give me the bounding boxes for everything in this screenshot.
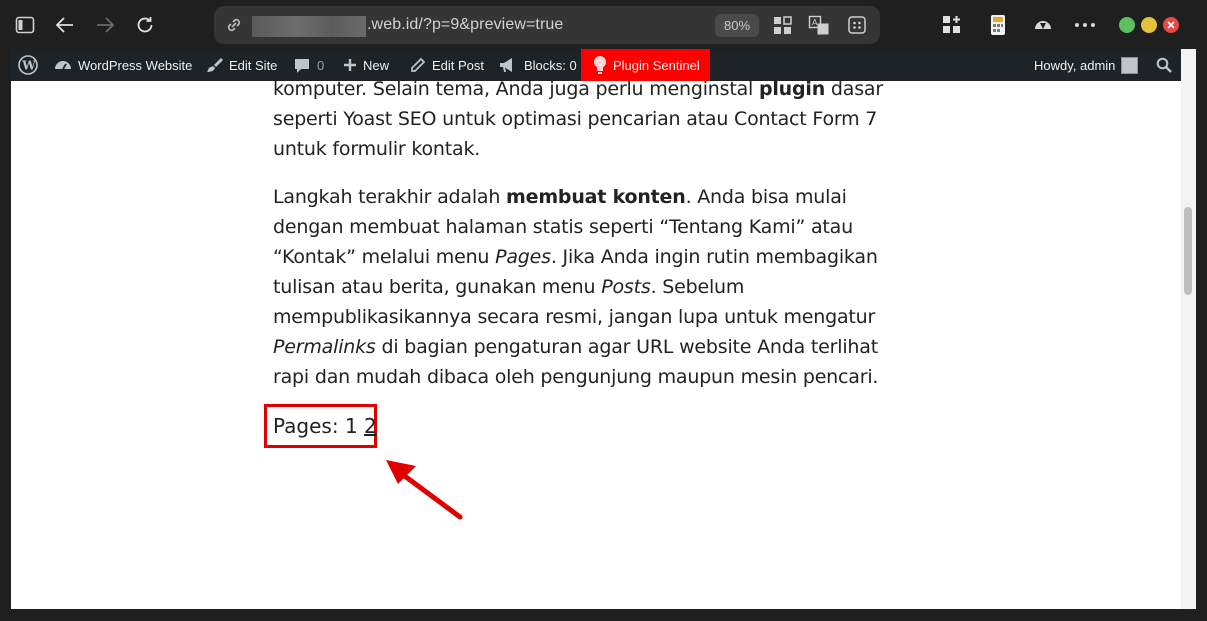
megaphone-icon	[500, 58, 512, 72]
reader-icon[interactable]	[847, 15, 867, 35]
scrollbar-thumb[interactable]	[1184, 207, 1192, 295]
svg-text:W: W	[21, 59, 36, 73]
zoom-badge[interactable]: 80%	[715, 14, 759, 37]
edit-site-button[interactable]: Edit Site	[205, 49, 277, 81]
pages-label: Pages:	[273, 414, 339, 438]
extensions-icon[interactable]	[937, 10, 967, 40]
forward-icon[interactable]	[90, 10, 120, 40]
page-link-2[interactable]: 2	[364, 414, 377, 438]
paragraph-content: Langkah terakhir adalah membuat konten. …	[273, 186, 879, 388]
translate-icon[interactable]: A	[808, 15, 830, 36]
apps-icon[interactable]	[772, 15, 793, 36]
browser-toolbar: .web.id/?p=9&preview=true 80% A	[0, 0, 1207, 49]
shield-icon[interactable]	[1028, 10, 1058, 40]
comment-icon	[295, 58, 309, 73]
lightbulb-icon	[594, 56, 606, 74]
page-links: Pages: 1 2	[264, 404, 377, 448]
maximize-button[interactable]	[1141, 17, 1157, 33]
avatar	[1121, 56, 1139, 74]
brush-icon	[207, 58, 223, 72]
plus-icon	[344, 59, 356, 71]
more-icon[interactable]	[1070, 10, 1100, 40]
new-label: New	[363, 57, 390, 73]
close-icon	[1167, 21, 1175, 29]
dashboard-icon	[55, 61, 71, 70]
wordpress-icon: W	[18, 55, 38, 75]
page-link-1: 1	[344, 414, 358, 438]
svg-text:A: A	[812, 18, 818, 27]
blocks-label: Blocks: 0	[524, 57, 577, 73]
address-bar[interactable]: .web.id/?p=9&preview=true 80% A	[214, 6, 880, 44]
url-text: .web.id/?p=9&preview=true	[367, 16, 564, 33]
site-name-label: WordPress Website	[78, 57, 193, 73]
comments-count: 0	[317, 57, 325, 73]
edit-post-label: Edit Post	[432, 57, 485, 73]
sidebar-icon[interactable]	[10, 10, 40, 40]
search-icon	[1156, 57, 1172, 73]
close-button[interactable]	[1163, 17, 1179, 33]
page-scrollbar[interactable]	[1181, 49, 1196, 609]
window-bottom-edge	[0, 609, 1207, 621]
plugin-sentinel-label: Plugin Sentinel	[613, 57, 700, 73]
edit-site-label: Edit Site	[229, 57, 278, 73]
link-icon	[227, 18, 241, 32]
minimize-button[interactable]	[1119, 17, 1135, 33]
admin-search-button[interactable]	[1156, 49, 1172, 81]
account-menu[interactable]: Howdy, admin	[1034, 49, 1139, 81]
paragraph-plugins: komputer. Selain tema, Anda juga perlu m…	[273, 78, 883, 160]
annotation-arrow	[386, 460, 463, 520]
pencil-icon	[411, 57, 426, 72]
howdy-label: Howdy, admin	[1034, 57, 1116, 73]
site-name-button[interactable]: WordPress Website	[54, 49, 192, 81]
calculator-icon[interactable]	[983, 10, 1013, 40]
reload-icon[interactable]	[130, 10, 160, 40]
redacted-domain	[252, 16, 366, 37]
wordpress-logo-button[interactable]: W	[18, 49, 38, 81]
back-icon[interactable]	[50, 10, 80, 40]
post-content: komputer. Selain tema, Anda juga perlu m…	[273, 74, 913, 410]
